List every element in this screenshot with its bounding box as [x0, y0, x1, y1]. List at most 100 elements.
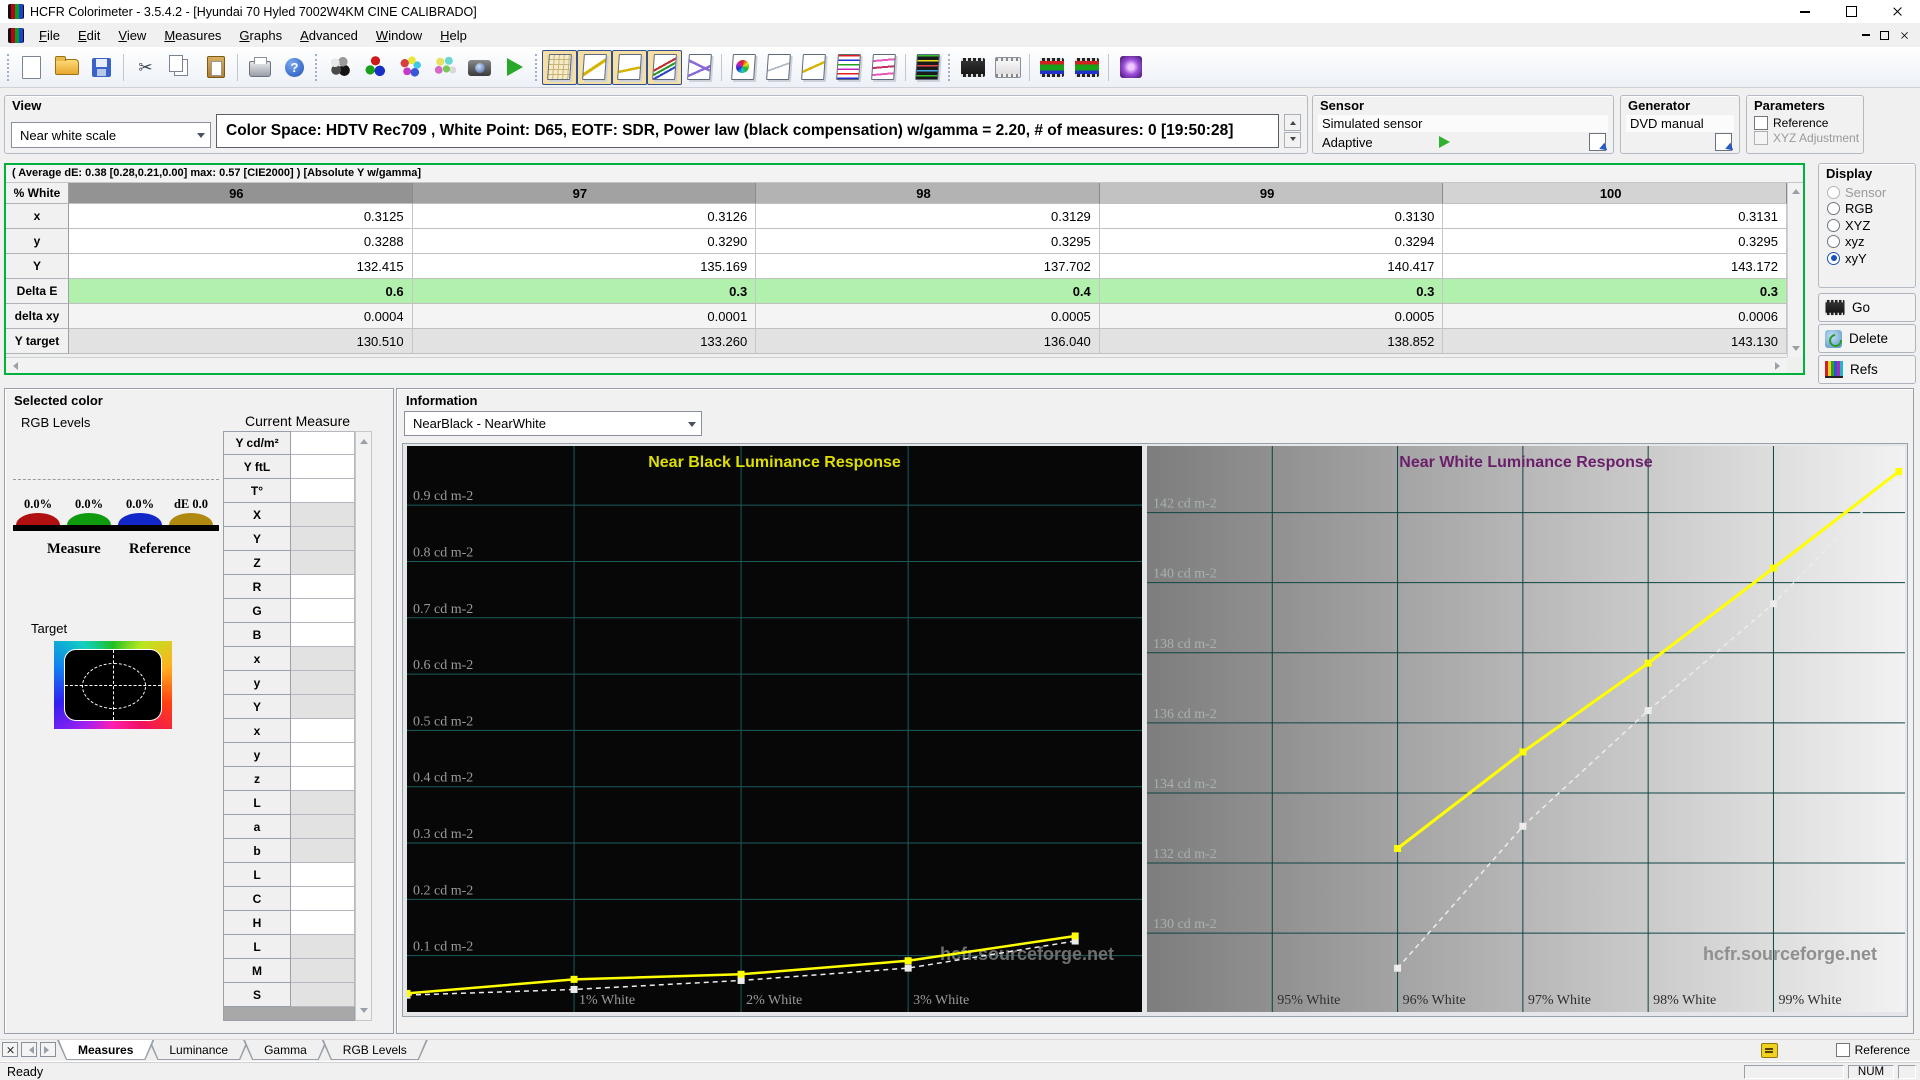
view-luminance-button[interactable] — [682, 50, 717, 85]
table-cell[interactable]: 130.510 — [69, 329, 413, 354]
table-cell[interactable]: 140.417 — [1100, 254, 1444, 279]
table-cell[interactable]: 0.3290 — [413, 229, 757, 254]
menu-item-help[interactable]: Help — [431, 25, 476, 46]
table-cell[interactable]: 0.3 — [1443, 279, 1787, 304]
delete-button[interactable]: Delete — [1818, 324, 1916, 353]
film-dark-button[interactable] — [955, 50, 990, 85]
table-cell[interactable]: 0.3130 — [1100, 204, 1444, 229]
information-view-dropdown[interactable]: NearBlack - NearWhite — [404, 411, 702, 436]
menu-item-edit[interactable]: Edit — [69, 25, 109, 46]
view-color-temp-button[interactable] — [866, 50, 901, 85]
measure-primaries-button[interactable] — [357, 50, 392, 85]
column-header-98[interactable]: 98 — [756, 183, 1100, 204]
copy-button[interactable] — [163, 50, 198, 85]
measure-all-button[interactable] — [427, 50, 462, 85]
film-rgb-reverse-button[interactable] — [1069, 50, 1104, 85]
refs-button[interactable]: Refs — [1818, 355, 1916, 384]
display-option-xyy[interactable]: xyY — [1819, 249, 1915, 266]
table-cell[interactable]: 0.3294 — [1100, 229, 1444, 254]
display-option-xyz[interactable]: xyz — [1819, 233, 1915, 250]
bottom-reference-checkbox[interactable]: Reference — [1836, 1043, 1910, 1057]
scale-selector-dropdown[interactable]: Near white scale — [11, 122, 211, 148]
table-cell[interactable]: 0.3295 — [756, 229, 1100, 254]
view-cie-button[interactable] — [726, 50, 761, 85]
table-cell[interactable]: 143.172 — [1443, 254, 1787, 279]
tab-scroll-left-button[interactable] — [21, 1042, 37, 1057]
table-cell[interactable]: 136.040 — [756, 329, 1100, 354]
column-header-99[interactable]: 99 — [1100, 183, 1444, 204]
scroll-right-icon[interactable] — [1775, 362, 1784, 370]
scroll-up-icon[interactable] — [360, 435, 368, 444]
mdi-close-icon[interactable] — [1900, 31, 1909, 40]
scroll-left-icon[interactable] — [9, 362, 18, 370]
display-option-rgb[interactable]: RGB — [1819, 200, 1915, 217]
scroll-up-icon[interactable] — [1792, 185, 1800, 194]
snapshot-button[interactable] — [462, 50, 497, 85]
open-file-button[interactable] — [49, 50, 84, 85]
tab-rgb-levels[interactable]: RGB Levels — [322, 1040, 428, 1060]
scroll-down-icon[interactable] — [360, 1008, 368, 1017]
save-file-button[interactable] — [84, 50, 119, 85]
table-cell[interactable]: 0.0004 — [69, 304, 413, 329]
table-cell[interactable]: 135.169 — [413, 254, 757, 279]
spinner-up-button[interactable] — [1284, 114, 1301, 131]
table-cell[interactable]: 0.0006 — [1443, 304, 1787, 329]
table-vertical-scrollbar[interactable] — [1787, 183, 1803, 357]
view-histogram-button[interactable] — [910, 50, 945, 85]
table-cell[interactable]: 0.0005 — [756, 304, 1100, 329]
film-rgb-forward-button[interactable] — [1034, 50, 1069, 85]
scroll-down-icon[interactable] — [1792, 346, 1800, 355]
current-measure-scrollbar[interactable] — [355, 431, 372, 1021]
table-cell[interactable]: 137.702 — [756, 254, 1100, 279]
menu-item-graphs[interactable]: Graphs — [230, 25, 291, 46]
table-cell[interactable]: 0.6 — [69, 279, 413, 304]
reference-checkbox[interactable]: Reference — [1747, 115, 1863, 130]
go-button[interactable]: Go — [1818, 293, 1916, 322]
table-cell[interactable]: 0.3 — [1100, 279, 1444, 304]
run-measures-button[interactable] — [497, 50, 532, 85]
menu-item-measures[interactable]: Measures — [155, 25, 230, 46]
mdi-minimize-icon[interactable] — [1862, 34, 1870, 36]
table-cell[interactable]: 0.3131 — [1443, 204, 1787, 229]
table-cell[interactable]: 0.3288 — [69, 229, 413, 254]
minimize-button[interactable] — [1782, 0, 1828, 23]
table-cell[interactable]: 0.0001 — [413, 304, 757, 329]
table-cell[interactable]: 138.852 — [1100, 329, 1444, 354]
tab-close-button[interactable] — [2, 1042, 18, 1057]
sensor-configure-button[interactable] — [1589, 133, 1606, 151]
film-light-button[interactable] — [990, 50, 1025, 85]
view-measures-button[interactable] — [542, 50, 577, 85]
column-header-96[interactable]: 96 — [69, 183, 413, 204]
pattern-special-button[interactable] — [1113, 50, 1148, 85]
column-header-100[interactable]: 100 — [1443, 183, 1787, 204]
column-header-97[interactable]: 97 — [413, 183, 757, 204]
mdi-restore-icon[interactable] — [1880, 31, 1889, 40]
measures-table[interactable]: % White96979899100x0.31250.31260.31290.3… — [6, 183, 1787, 357]
view-nearblack-button[interactable] — [612, 50, 647, 85]
generator-configure-button[interactable] — [1715, 133, 1732, 151]
help-button[interactable] — [277, 50, 312, 85]
notification-icon[interactable] — [1761, 1043, 1778, 1058]
tab-gamma[interactable]: Gamma — [243, 1040, 328, 1060]
display-option-xyz[interactable]: XYZ — [1819, 216, 1915, 233]
sensor-play-icon[interactable] — [1439, 136, 1450, 148]
cut-button[interactable]: ✂ — [128, 50, 163, 85]
table-cell[interactable]: 0.3 — [413, 279, 757, 304]
view-gamma-button[interactable] — [577, 50, 612, 85]
menu-item-advanced[interactable]: Advanced — [291, 25, 367, 46]
view-rgb-levels-button[interactable] — [831, 50, 866, 85]
spinner-down-button[interactable] — [1284, 132, 1301, 149]
table-cell[interactable]: 0.4 — [756, 279, 1100, 304]
table-cell[interactable]: 132.415 — [69, 254, 413, 279]
new-file-button[interactable] — [14, 50, 49, 85]
view-nearwhite-button[interactable] — [647, 50, 682, 85]
table-cell[interactable]: 133.260 — [413, 329, 757, 354]
table-horizontal-scrollbar[interactable] — [6, 357, 1787, 373]
menu-item-view[interactable]: View — [109, 25, 155, 46]
table-cell[interactable]: 0.3129 — [756, 204, 1100, 229]
paste-button[interactable] — [198, 50, 233, 85]
measure-secondaries-button[interactable] — [392, 50, 427, 85]
close-button[interactable] — [1874, 0, 1920, 23]
table-cell[interactable]: 0.3126 — [413, 204, 757, 229]
print-button[interactable] — [242, 50, 277, 85]
